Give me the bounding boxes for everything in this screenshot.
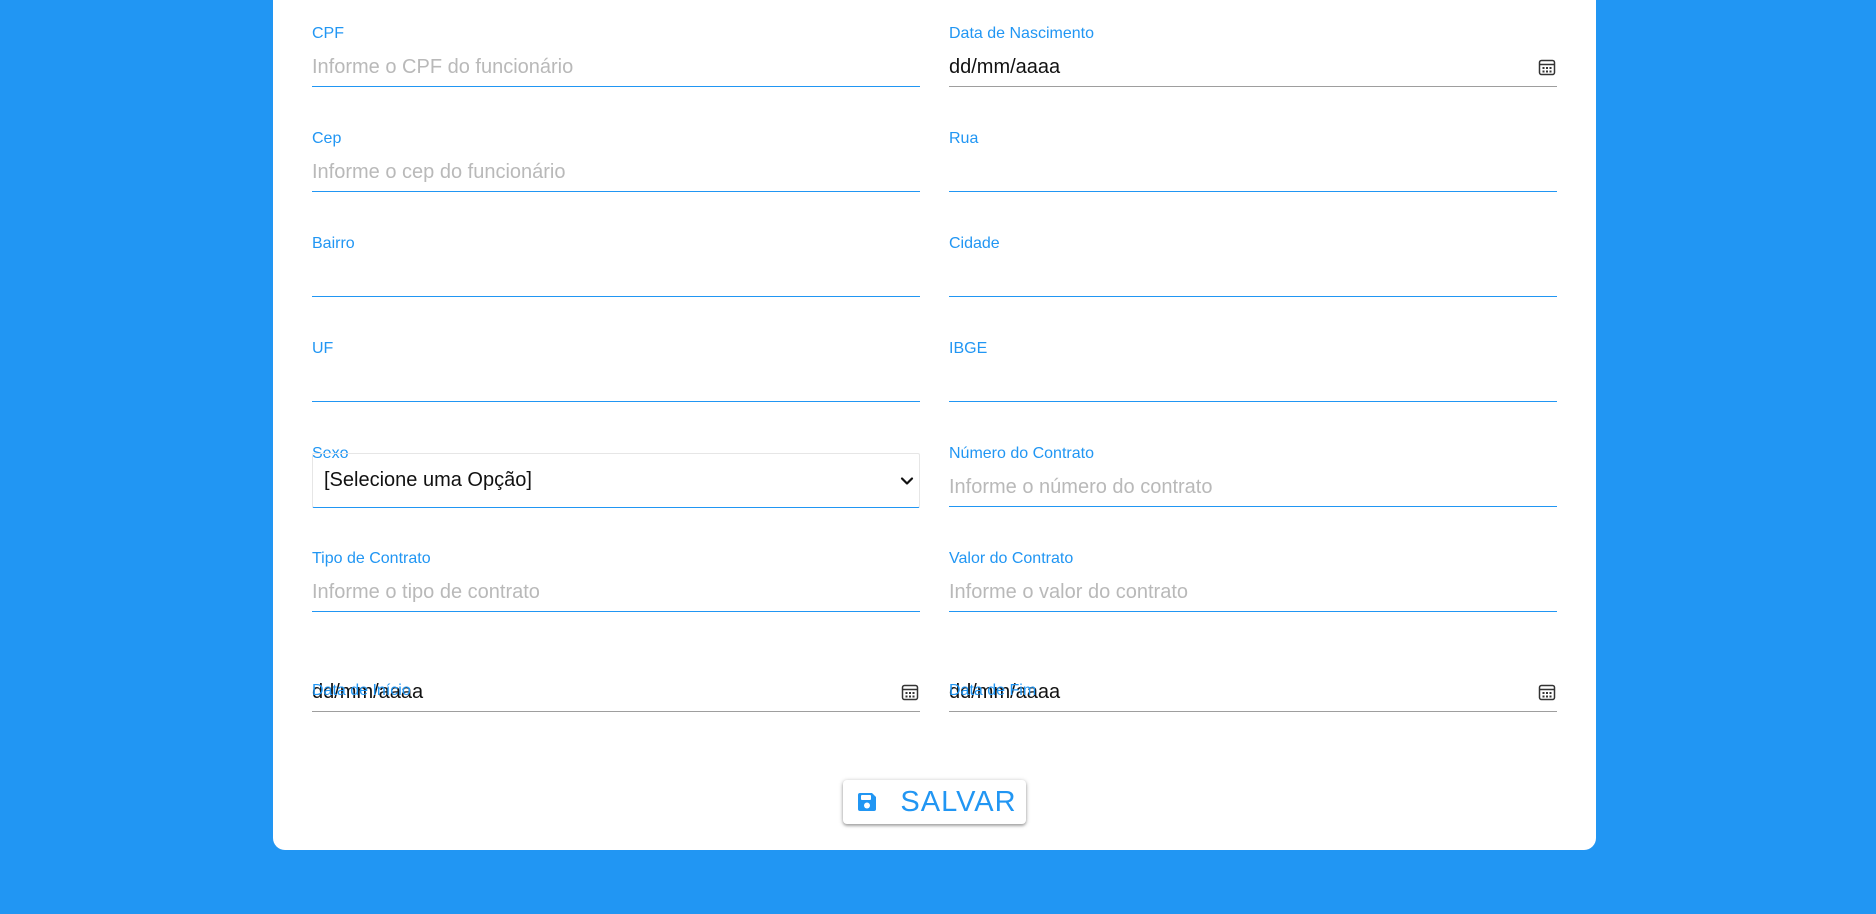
cpf-label: CPF xyxy=(312,25,344,42)
numero-contrato-input[interactable]: Informe o número do contrato xyxy=(949,467,1557,507)
valor-contrato-input[interactable]: Informe o valor do contrato xyxy=(949,572,1557,612)
floppy-disk-icon xyxy=(858,793,877,811)
uf-input[interactable] xyxy=(312,362,920,402)
cpf-input[interactable]: Informe o CPF do funcionário xyxy=(312,47,920,87)
tipo-contrato-input[interactable]: Informe o tipo de contrato xyxy=(312,572,920,612)
data-inicio-label: Data de Início xyxy=(312,682,411,699)
ibge-label: IBGE xyxy=(949,340,988,357)
data-nascimento-label: Data de Nascimento xyxy=(949,25,1094,42)
tipo-contrato-label: Tipo de Contrato xyxy=(312,550,431,567)
calendar-icon[interactable] xyxy=(1538,58,1556,76)
calendar-icon[interactable] xyxy=(901,683,919,701)
cidade-input[interactable] xyxy=(949,257,1557,297)
cidade-label: Cidade xyxy=(949,235,1000,252)
sexo-selected-value: [Selecione uma Opção] xyxy=(324,469,532,491)
bairro-input[interactable] xyxy=(312,257,920,297)
cep-label: Cep xyxy=(312,130,342,147)
save-button[interactable]: SALVAR xyxy=(843,780,1026,824)
numero-contrato-label: Número do Contrato xyxy=(949,445,1094,462)
cep-input[interactable]: Informe o cep do funcionário xyxy=(312,152,920,192)
data-fim-label: Data de Fim xyxy=(949,682,1037,699)
bairro-label: Bairro xyxy=(312,235,355,252)
data-nascimento-input[interactable]: dd/mm/aaaa xyxy=(949,47,1557,87)
chevron-down-icon xyxy=(900,477,914,485)
save-button-label: SALVAR xyxy=(900,786,1017,818)
data-fim-input[interactable]: dd/mm/aaaa xyxy=(949,672,1557,712)
rua-label: Rua xyxy=(949,130,979,147)
calendar-icon[interactable] xyxy=(1538,683,1556,701)
sexo-select[interactable]: [Selecione uma Opção] xyxy=(312,453,920,508)
ibge-input[interactable] xyxy=(949,362,1557,402)
uf-label: UF xyxy=(312,340,334,357)
rua-input[interactable] xyxy=(949,152,1557,192)
valor-contrato-label: Valor do Contrato xyxy=(949,550,1074,567)
form-card: CPF Informe o CPF do funcionário Data de… xyxy=(273,0,1596,850)
data-nascimento-value: dd/mm/aaaa xyxy=(949,56,1061,78)
